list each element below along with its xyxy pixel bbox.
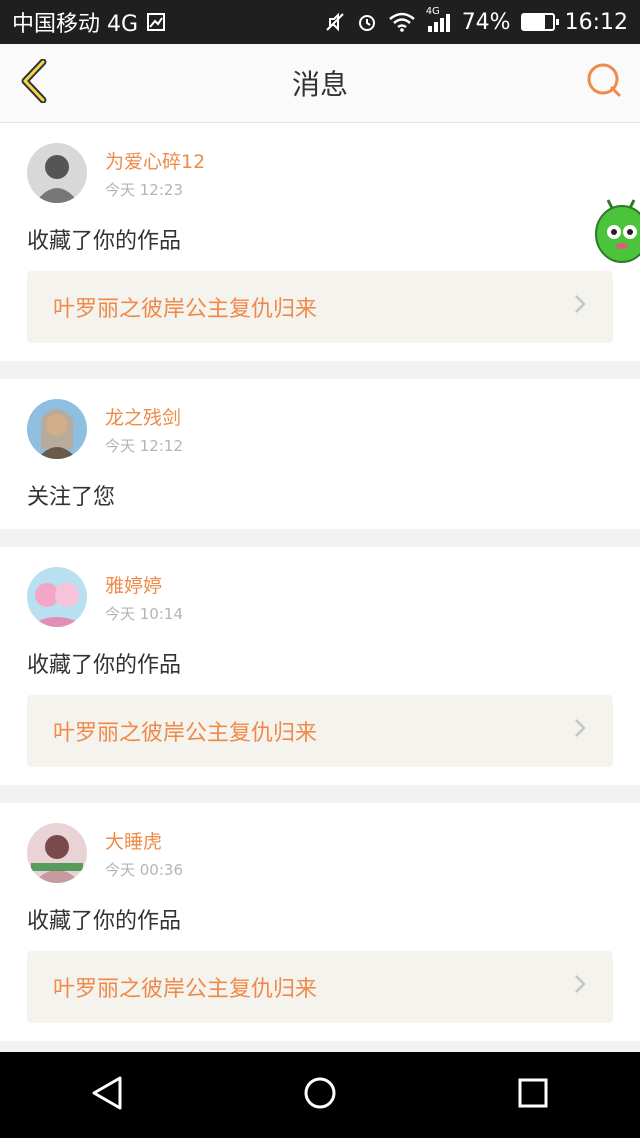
back-button[interactable] (14, 58, 54, 108)
search-button[interactable] (584, 62, 624, 102)
status-bar: 中国移动 4G 4G 74% 16:12 (0, 0, 640, 44)
message-meta: 大睡虎 今天 00:36 (105, 823, 183, 880)
message-card: 大睡虎 今天 00:36 收藏了你的作品 叶罗丽之彼岸公主复仇归来 (0, 803, 640, 1041)
battery-icon (520, 13, 559, 31)
avatar[interactable] (27, 823, 87, 883)
message-card: 雅婷婷 今天 10:14 收藏了你的作品 叶罗丽之彼岸公主复仇归来 (0, 547, 640, 785)
image-icon (146, 12, 166, 32)
wifi-icon (388, 12, 416, 32)
home-circle-icon (302, 1075, 338, 1115)
page-title: 消息 (291, 68, 348, 101)
work-title: 叶罗丽之彼岸公主复仇归来 (53, 721, 318, 746)
username[interactable]: 龙之残剑 (105, 407, 183, 429)
alarm-icon (356, 11, 378, 33)
mute-icon (324, 11, 346, 33)
action-text: 收藏了你的作品 (27, 229, 182, 254)
work-link[interactable]: 叶罗丽之彼岸公主复仇归来 (27, 271, 613, 343)
app-header: 消息 (0, 44, 640, 123)
message-card: 龙之残剑 今天 12:12 关注了您 (0, 379, 640, 529)
nav-recents-button[interactable] (503, 1065, 563, 1125)
back-triangle-icon (90, 1075, 124, 1115)
mascot-sticker-icon[interactable] (592, 198, 640, 268)
message-header: 雅婷婷 今天 10:14 (27, 567, 613, 627)
status-right: 4G 74% 16:12 (324, 6, 628, 35)
system-nav-bar (0, 1052, 640, 1138)
message-meta: 龙之残剑 今天 12:12 (105, 399, 183, 456)
chevron-right-icon (573, 716, 587, 746)
username[interactable]: 大睡虎 (105, 831, 183, 853)
timestamp: 今天 12:12 (105, 437, 183, 455)
timestamp: 今天 12:23 (105, 181, 183, 199)
action-text: 收藏了你的作品 (27, 909, 182, 934)
message-header: 大睡虎 今天 00:36 (27, 823, 613, 883)
work-link[interactable]: 叶罗丽之彼岸公主复仇归来 (27, 695, 613, 767)
message-card: 为爱心碎12 今天 12:23 收藏了你的作品 叶罗丽之彼岸公主复仇归来 (0, 123, 640, 361)
message-meta: 雅婷婷 今天 10:14 (105, 567, 183, 624)
work-title: 叶罗丽之彼岸公主复仇归来 (53, 977, 318, 1002)
clock: 16:12 (564, 9, 628, 35)
search-icon (586, 62, 622, 102)
nav-back-button[interactable] (77, 1065, 137, 1125)
chevron-left-icon (19, 58, 49, 107)
username[interactable]: 为爱心碎12 (105, 151, 205, 173)
message-header: 为爱心碎12 今天 12:23 (27, 143, 613, 203)
carrier-label: 中国移动 4G (12, 12, 139, 37)
action-text: 关注了您 (27, 485, 116, 510)
avatar[interactable] (27, 399, 87, 459)
message-meta: 为爱心碎12 今天 12:23 (105, 143, 205, 200)
signal-icon: 4G (426, 6, 452, 32)
recents-square-icon (517, 1077, 549, 1113)
network-badge: 4G (425, 6, 440, 17)
action-text: 收藏了你的作品 (27, 653, 182, 678)
username[interactable]: 雅婷婷 (105, 575, 183, 597)
chevron-right-icon (573, 292, 587, 322)
message-header: 龙之残剑 今天 12:12 (27, 399, 613, 459)
chevron-right-icon (573, 972, 587, 1002)
work-link[interactable]: 叶罗丽之彼岸公主复仇归来 (27, 951, 613, 1023)
avatar[interactable] (27, 143, 87, 203)
battery-fill (522, 15, 545, 29)
message-feed: 为爱心碎12 今天 12:23 收藏了你的作品 叶罗丽之彼岸公主复仇归来 龙之残… (0, 123, 640, 1059)
avatar[interactable] (27, 567, 87, 627)
work-title: 叶罗丽之彼岸公主复仇归来 (53, 297, 318, 322)
battery-percentage: 74% (461, 9, 511, 35)
timestamp: 今天 10:14 (105, 605, 183, 623)
nav-home-button[interactable] (290, 1065, 350, 1125)
status-left: 中国移动 4G (12, 6, 166, 38)
timestamp: 今天 00:36 (105, 861, 183, 879)
